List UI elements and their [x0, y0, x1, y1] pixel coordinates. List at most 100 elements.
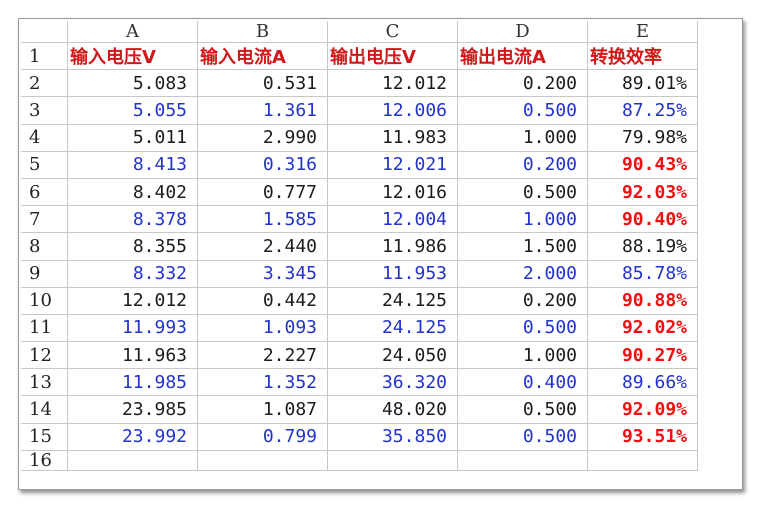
column-header-e[interactable]: E [588, 21, 698, 43]
cell-e8[interactable]: 88.19% [588, 233, 698, 261]
cell-d16[interactable] [458, 450, 588, 471]
cell-b3[interactable]: 1.361 [198, 97, 328, 125]
cell-c5[interactable]: 12.021 [328, 151, 458, 179]
cell-a16[interactable] [68, 450, 198, 471]
cell-e4[interactable]: 79.98% [588, 124, 698, 152]
row-header-16[interactable]: 16 [21, 450, 68, 471]
cell-a14[interactable]: 23.985 [68, 396, 198, 424]
cell-a3[interactable]: 5.055 [68, 97, 198, 125]
cell-d5[interactable]: 0.200 [458, 151, 588, 179]
cell-c10[interactable]: 24.125 [328, 287, 458, 315]
cell-b2[interactable]: 0.531 [198, 70, 328, 98]
cell-e14[interactable]: 92.09% [588, 396, 698, 424]
cell-d15[interactable]: 0.500 [458, 423, 588, 451]
cell-b10[interactable]: 0.442 [198, 287, 328, 315]
cell-c6[interactable]: 12.016 [328, 178, 458, 207]
cell-e9[interactable]: 85.78% [588, 260, 698, 288]
row-header-15[interactable]: 15 [21, 423, 68, 451]
cell-a4[interactable]: 5.011 [68, 124, 198, 152]
column-header-d[interactable]: D [458, 21, 588, 43]
cell-b8[interactable]: 2.440 [198, 233, 328, 261]
cell-a8[interactable]: 8.355 [68, 233, 198, 261]
cell-a15[interactable]: 23.992 [68, 423, 198, 451]
cell-c16[interactable] [328, 450, 458, 471]
cell-a2[interactable]: 5.083 [68, 70, 198, 98]
cell-d11[interactable]: 0.500 [458, 314, 588, 343]
cell-a9[interactable]: 8.332 [68, 260, 198, 288]
cell-c11[interactable]: 24.125 [328, 314, 458, 343]
row-header-13[interactable]: 13 [21, 369, 68, 397]
cell-c3[interactable]: 12.006 [328, 97, 458, 125]
cell-b13[interactable]: 1.352 [198, 369, 328, 397]
row-header-7[interactable]: 7 [21, 206, 68, 234]
cell-c14[interactable]: 48.020 [328, 396, 458, 424]
column-header-c[interactable]: C [328, 21, 458, 43]
cell-b11[interactable]: 1.093 [198, 314, 328, 343]
cell-e7[interactable]: 90.40% [588, 206, 698, 234]
cell-e11[interactable]: 92.02% [588, 314, 698, 343]
row-header-6[interactable]: 6 [21, 178, 68, 207]
cell-b9[interactable]: 3.345 [198, 260, 328, 288]
cell-c12[interactable]: 24.050 [328, 342, 458, 370]
cell-c15[interactable]: 35.850 [328, 423, 458, 451]
cell-b16[interactable] [198, 450, 328, 471]
cell-c1[interactable]: 输出电压V [328, 43, 458, 71]
row-header-10[interactable]: 10 [21, 287, 68, 315]
cell-a13[interactable]: 11.985 [68, 369, 198, 397]
cell-e1[interactable]: 转换效率 [588, 43, 698, 71]
cell-b15[interactable]: 0.799 [198, 423, 328, 451]
row-header-4[interactable]: 4 [21, 124, 68, 152]
cell-e3[interactable]: 87.25% [588, 97, 698, 125]
cell-c2[interactable]: 12.012 [328, 70, 458, 98]
cell-e15[interactable]: 93.51% [588, 423, 698, 451]
cell-c13[interactable]: 36.320 [328, 369, 458, 397]
cell-c9[interactable]: 11.953 [328, 260, 458, 288]
cell-c4[interactable]: 11.983 [328, 124, 458, 152]
row-header-12[interactable]: 12 [21, 342, 68, 370]
cell-d12[interactable]: 1.000 [458, 342, 588, 370]
cell-c8[interactable]: 11.986 [328, 233, 458, 261]
cell-e2[interactable]: 89.01% [588, 70, 698, 98]
row-header-3[interactable]: 3 [21, 97, 68, 125]
cell-e13[interactable]: 89.66% [588, 369, 698, 397]
cell-e6[interactable]: 92.03% [588, 178, 698, 207]
column-header-a[interactable]: A [68, 21, 198, 43]
cell-b5[interactable]: 0.316 [198, 151, 328, 179]
cell-a5[interactable]: 8.413 [68, 151, 198, 179]
cell-e5[interactable]: 90.43% [588, 151, 698, 179]
cell-d13[interactable]: 0.400 [458, 369, 588, 397]
cell-d14[interactable]: 0.500 [458, 396, 588, 424]
row-header-2[interactable]: 2 [21, 70, 68, 98]
cell-a10[interactable]: 12.012 [68, 287, 198, 315]
cell-d4[interactable]: 1.000 [458, 124, 588, 152]
select-all-corner[interactable] [21, 21, 68, 43]
row-header-8[interactable]: 8 [21, 233, 68, 261]
cell-e12[interactable]: 90.27% [588, 342, 698, 370]
cell-d6[interactable]: 0.500 [458, 178, 588, 207]
cell-a11[interactable]: 11.993 [68, 314, 198, 343]
cell-a7[interactable]: 8.378 [68, 206, 198, 234]
row-header-14[interactable]: 14 [21, 396, 68, 424]
cell-d8[interactable]: 1.500 [458, 233, 588, 261]
row-header-1[interactable]: 1 [21, 43, 68, 71]
row-header-11[interactable]: 11 [21, 314, 68, 343]
row-header-5[interactable]: 5 [21, 151, 68, 179]
cell-d9[interactable]: 2.000 [458, 260, 588, 288]
cell-e10[interactable]: 90.88% [588, 287, 698, 315]
cell-d2[interactable]: 0.200 [458, 70, 588, 98]
cell-a6[interactable]: 8.402 [68, 178, 198, 207]
cell-d10[interactable]: 0.200 [458, 287, 588, 315]
cell-d7[interactable]: 1.000 [458, 206, 588, 234]
cell-b7[interactable]: 1.585 [198, 206, 328, 234]
cell-b12[interactable]: 2.227 [198, 342, 328, 370]
cell-d1[interactable]: 输出电流A [458, 43, 588, 71]
row-header-9[interactable]: 9 [21, 260, 68, 288]
cell-b14[interactable]: 1.087 [198, 396, 328, 424]
cell-a12[interactable]: 11.963 [68, 342, 198, 370]
cell-e16[interactable] [588, 450, 698, 471]
column-header-b[interactable]: B [198, 21, 328, 43]
cell-d3[interactable]: 0.500 [458, 97, 588, 125]
cell-b1[interactable]: 输入电流A [198, 43, 328, 71]
cell-a1[interactable]: 输入电压V [68, 43, 198, 71]
cell-b6[interactable]: 0.777 [198, 178, 328, 207]
